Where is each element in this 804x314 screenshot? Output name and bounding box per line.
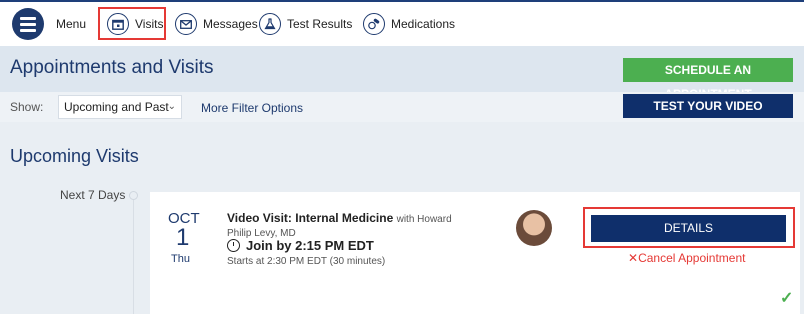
show-label: Show:	[10, 100, 44, 114]
flask-icon	[259, 13, 281, 35]
visit-weekday: Thu	[171, 253, 190, 265]
chevron-down-icon: ⌄	[167, 101, 176, 112]
nav-messages[interactable]: Messages	[175, 2, 258, 46]
provider-avatar	[516, 210, 552, 246]
nav-medications-label: Medications	[391, 17, 456, 31]
pills-icon	[363, 13, 385, 35]
schedule-appointment-button[interactable]: SCHEDULE AN APPOINTMENT	[623, 58, 793, 101]
checkmark-icon: ✓	[780, 290, 794, 307]
show-select-value: Upcoming and Past	[64, 100, 169, 114]
nav-test-results[interactable]: Test Results	[259, 2, 352, 46]
close-icon: ✕	[628, 251, 639, 265]
join-time: Join by 2:15 PM EDT	[246, 238, 374, 253]
more-filter-options-link[interactable]: More Filter Options	[201, 101, 303, 115]
cancel-appointment-link[interactable]: ✕Cancel Appointment	[628, 251, 745, 265]
details-highlight-box	[583, 207, 795, 248]
visit-start-time: Starts at 2:30 PM EDT (30 minutes)	[227, 256, 386, 267]
menu-button[interactable]: Menu	[12, 2, 86, 46]
timeline-dot	[129, 191, 138, 200]
nav-test-results-label: Test Results	[287, 17, 353, 31]
page-title: Appointments and Visits	[10, 57, 214, 78]
timeline-group-label: Next 7 Days	[60, 188, 126, 202]
clock-icon	[227, 239, 240, 252]
visit-title-block: Video Visit: Internal Medicine with Howa…	[227, 212, 477, 240]
visit-day: 1	[176, 224, 190, 251]
nav-messages-label: Messages	[203, 17, 258, 31]
join-line: Join by 2:15 PM EDT	[227, 238, 374, 253]
hamburger-icon	[12, 8, 44, 40]
section-title: Upcoming Visits	[10, 146, 139, 166]
test-video-button[interactable]: TEST YOUR VIDEO	[623, 94, 793, 118]
show-select[interactable]: Upcoming and Past ⌄	[58, 95, 182, 119]
timeline-line	[133, 200, 134, 314]
visits-highlight-box	[98, 7, 166, 40]
cancel-label: Cancel Appointment	[638, 251, 746, 265]
envelope-icon	[175, 13, 197, 35]
nav-medications[interactable]: Medications	[363, 2, 455, 46]
menu-label: Menu	[56, 17, 87, 31]
visit-title[interactable]: Video Visit: Internal Medicine	[227, 211, 393, 225]
